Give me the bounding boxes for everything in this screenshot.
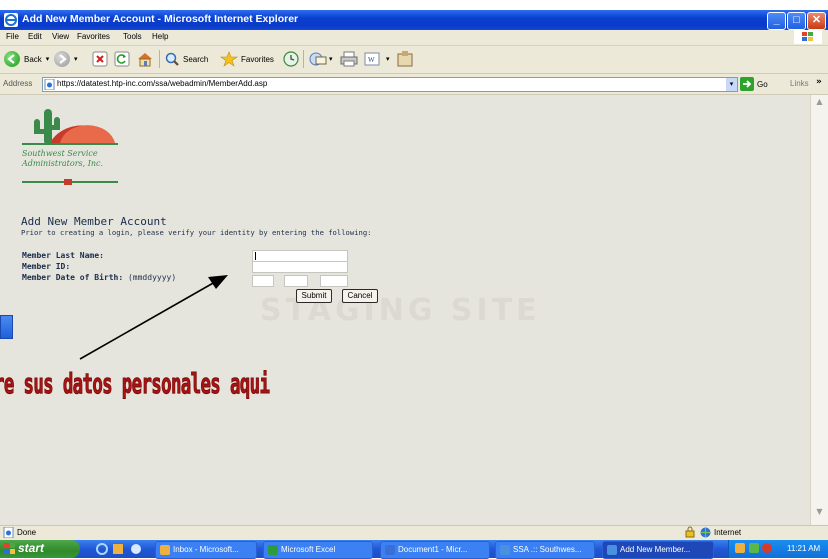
edit-dropdown[interactable]: ▾ xyxy=(386,49,390,69)
internet-globe-icon xyxy=(700,527,711,538)
svg-text:W: W xyxy=(368,56,375,64)
taskbar: start Inbox - Microsoft... Microsoft Exc… xyxy=(0,540,828,559)
word-icon xyxy=(385,545,395,555)
go-label: Go xyxy=(757,79,768,89)
toolbar: Back ▾ ▾ Search Favorites ▾ W ▾ xyxy=(0,46,828,74)
back-arrow-icon xyxy=(4,51,20,67)
discuss-icon xyxy=(397,51,413,67)
search-icon xyxy=(165,52,179,66)
address-bar: Address https://datatest.htp-inc.com/ssa… xyxy=(0,74,828,95)
address-label: Address xyxy=(3,79,33,88)
page-icon xyxy=(44,79,55,90)
chevron-down-icon[interactable]: ▾ xyxy=(726,78,737,91)
internet-explorer-icon xyxy=(4,13,18,27)
quicklaunch-ie-icon[interactable] xyxy=(96,543,108,557)
mail-button[interactable]: ▾ xyxy=(308,49,333,69)
forward-arrow-icon xyxy=(54,51,70,67)
ie-icon xyxy=(500,545,510,555)
vertical-scrollbar[interactable]: ▲ ▼ xyxy=(810,95,828,525)
chevron-down-icon[interactable]: ▾ xyxy=(74,55,78,63)
window-title: Add New Member Account - Microsoft Inter… xyxy=(22,13,299,25)
print-icon xyxy=(340,51,358,67)
menu-tools[interactable]: Tools xyxy=(123,32,142,41)
window-titlebar[interactable]: Add New Member Account - Microsoft Inter… xyxy=(0,10,828,30)
menu-view[interactable]: View xyxy=(52,32,69,41)
task-label: SSA .:: Southwes... xyxy=(513,545,582,554)
address-input[interactable]: https://datatest.htp-inc.com/ssa/webadmi… xyxy=(42,77,738,92)
address-url: https://datatest.htp-inc.com/ssa/webadmi… xyxy=(57,79,268,88)
back-label: Back xyxy=(24,54,42,64)
go-arrow-icon xyxy=(740,77,754,91)
edit-button[interactable]: W xyxy=(364,49,382,69)
background-window-edge xyxy=(0,315,13,339)
task-document1[interactable]: Document1 - Micr... xyxy=(380,541,490,559)
start-button[interactable]: start xyxy=(0,540,80,558)
refresh-icon xyxy=(114,51,130,67)
history-icon xyxy=(283,51,299,67)
forward-button[interactable]: ▾ xyxy=(54,49,78,69)
status-text: Done xyxy=(17,528,37,537)
go-button[interactable]: Go xyxy=(740,77,768,91)
outlook-icon xyxy=(160,545,170,555)
menu-bar: File Edit View Favorites Tools Help xyxy=(0,30,828,46)
excel-icon xyxy=(268,545,278,555)
task-inbox[interactable]: Inbox - Microsoft... xyxy=(155,541,257,559)
page-done-icon xyxy=(3,527,14,538)
menu-edit[interactable]: Edit xyxy=(28,32,42,41)
clock[interactable]: 11:21 AM xyxy=(787,544,820,553)
task-label: Microsoft Excel xyxy=(281,545,336,554)
task-ssa[interactable]: SSA .:: Southwes... xyxy=(495,541,595,559)
history-button[interactable] xyxy=(282,49,300,69)
task-label: Document1 - Micr... xyxy=(398,545,468,554)
back-button[interactable]: Back ▾ xyxy=(4,49,49,69)
status-bar: Done Internet xyxy=(0,525,828,540)
home-button[interactable] xyxy=(136,49,154,69)
task-excel[interactable]: Microsoft Excel xyxy=(263,541,373,559)
page-content: Southwest Service Administrators, Inc. A… xyxy=(0,95,810,525)
stop-icon xyxy=(92,51,108,67)
print-button[interactable] xyxy=(340,49,358,69)
ie-icon xyxy=(607,545,617,555)
windows-flag-icon xyxy=(4,543,15,554)
tray-network-icon[interactable] xyxy=(749,543,759,553)
stop-button[interactable] xyxy=(92,49,108,69)
close-button[interactable]: ✕ xyxy=(807,12,826,30)
chevron-down-icon[interactable]: ▾ xyxy=(329,55,333,63)
home-icon xyxy=(138,53,152,67)
minimize-button[interactable]: _ xyxy=(767,12,786,30)
scroll-up-icon[interactable]: ▲ xyxy=(813,97,826,110)
windows-logo-icon xyxy=(794,30,822,44)
chevron-down-icon[interactable]: ▾ xyxy=(46,55,50,63)
quicklaunch-outlook-icon[interactable] xyxy=(112,543,124,557)
lock-icon xyxy=(685,526,695,538)
chevron-down-icon: ▾ xyxy=(386,56,390,63)
links-button[interactable]: Links xyxy=(790,79,809,88)
menu-help[interactable]: Help xyxy=(152,32,168,41)
favorites-star-icon xyxy=(220,51,238,67)
menu-file[interactable]: File xyxy=(6,32,19,41)
zone-text: Internet xyxy=(714,528,742,537)
task-label: Inbox - Microsoft... xyxy=(173,545,239,554)
task-add-new-member[interactable]: Add New Member... xyxy=(602,541,714,559)
chevron-right-icon[interactable]: » xyxy=(816,77,822,87)
favorites-label: Favorites xyxy=(241,54,274,64)
task-label: Add New Member... xyxy=(620,545,691,554)
system-tray: 11:21 AM xyxy=(728,540,828,558)
annotation-text: re sus datos personales aqui xyxy=(0,367,270,401)
favorites-button[interactable]: Favorites xyxy=(220,49,274,69)
word-edit-icon: W xyxy=(364,52,380,66)
tray-outlook-icon[interactable] xyxy=(735,543,745,553)
quicklaunch-desktop-icon[interactable] xyxy=(130,543,142,557)
menu-favorites[interactable]: Favorites xyxy=(77,32,110,41)
pointer-arrow xyxy=(79,275,228,360)
discuss-button[interactable] xyxy=(396,49,416,69)
scroll-down-icon[interactable]: ▼ xyxy=(813,507,826,520)
search-label: Search xyxy=(183,54,209,64)
refresh-button[interactable] xyxy=(114,49,130,69)
search-button[interactable]: Search xyxy=(164,49,208,69)
tray-antivirus-icon[interactable] xyxy=(762,543,772,553)
maximize-button[interactable]: □ xyxy=(787,12,806,30)
start-label: start xyxy=(18,541,45,555)
mail-icon xyxy=(309,52,327,66)
